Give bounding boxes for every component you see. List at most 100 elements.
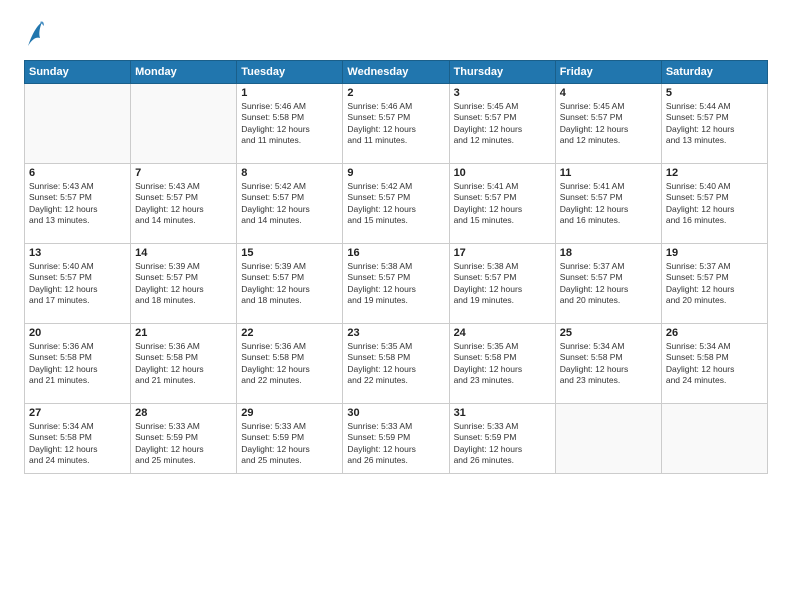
cell-content: Sunrise: 5:42 AM Sunset: 5:57 PM Dayligh… — [241, 181, 338, 227]
calendar-cell: 31 Sunrise: 5:33 AM Sunset: 5:59 PM Dayli… — [449, 404, 555, 474]
day-number: 5 — [666, 87, 763, 99]
cell-content: Sunrise: 5:46 AM Sunset: 5:57 PM Dayligh… — [347, 101, 444, 147]
logo-bird-icon — [26, 18, 44, 50]
cell-content: Sunrise: 5:38 AM Sunset: 5:57 PM Dayligh… — [347, 261, 444, 307]
calendar-cell: 15 Sunrise: 5:39 AM Sunset: 5:57 PM Dayli… — [237, 244, 343, 324]
calendar-cell — [661, 404, 767, 474]
cell-content: Sunrise: 5:44 AM Sunset: 5:57 PM Dayligh… — [666, 101, 763, 147]
day-number: 30 — [347, 407, 444, 419]
cell-content: Sunrise: 5:36 AM Sunset: 5:58 PM Dayligh… — [29, 341, 126, 387]
calendar-cell: 17 Sunrise: 5:38 AM Sunset: 5:57 PM Dayli… — [449, 244, 555, 324]
calendar-cell — [131, 84, 237, 164]
day-number: 25 — [560, 327, 657, 339]
day-number: 18 — [560, 247, 657, 259]
weekday-header-tuesday: Tuesday — [237, 61, 343, 84]
week-row-1: 1 Sunrise: 5:46 AM Sunset: 5:58 PM Daylig… — [25, 84, 768, 164]
cell-content: Sunrise: 5:38 AM Sunset: 5:57 PM Dayligh… — [454, 261, 551, 307]
cell-content: Sunrise: 5:45 AM Sunset: 5:57 PM Dayligh… — [560, 101, 657, 147]
cell-content: Sunrise: 5:33 AM Sunset: 5:59 PM Dayligh… — [454, 421, 551, 467]
cell-content: Sunrise: 5:33 AM Sunset: 5:59 PM Dayligh… — [135, 421, 232, 467]
cell-content: Sunrise: 5:37 AM Sunset: 5:57 PM Dayligh… — [666, 261, 763, 307]
cell-content: Sunrise: 5:46 AM Sunset: 5:58 PM Dayligh… — [241, 101, 338, 147]
cell-content: Sunrise: 5:35 AM Sunset: 5:58 PM Dayligh… — [454, 341, 551, 387]
cell-content: Sunrise: 5:41 AM Sunset: 5:57 PM Dayligh… — [560, 181, 657, 227]
week-row-5: 27 Sunrise: 5:34 AM Sunset: 5:58 PM Dayli… — [25, 404, 768, 474]
header — [24, 20, 768, 50]
calendar-cell: 26Sunrise: 5:34 AM Sunset: 5:58 PM Dayli… — [661, 324, 767, 404]
day-number: 1 — [241, 87, 338, 99]
cell-content: Sunrise: 5:39 AM Sunset: 5:57 PM Dayligh… — [135, 261, 232, 307]
cell-content: Sunrise: 5:34 AM Sunset: 5:58 PM Dayligh… — [29, 421, 126, 467]
calendar-cell: 20 Sunrise: 5:36 AM Sunset: 5:58 PM Dayli… — [25, 324, 131, 404]
day-number: 16 — [347, 247, 444, 259]
day-number: 27 — [29, 407, 126, 419]
day-number: 17 — [454, 247, 551, 259]
calendar-cell: 5 Sunrise: 5:44 AM Sunset: 5:57 PM Daylig… — [661, 84, 767, 164]
week-row-2: 6 Sunrise: 5:43 AM Sunset: 5:57 PM Daylig… — [25, 164, 768, 244]
cell-content: Sunrise: 5:43 AM Sunset: 5:57 PM Dayligh… — [135, 181, 232, 227]
calendar-cell: 19 Sunrise: 5:37 AM Sunset: 5:57 PM Dayli… — [661, 244, 767, 324]
cell-content: Sunrise: 5:42 AM Sunset: 5:57 PM Dayligh… — [347, 181, 444, 227]
cell-content: Sunrise: 5:45 AM Sunset: 5:57 PM Dayligh… — [454, 101, 551, 147]
day-number: 10 — [454, 167, 551, 179]
calendar-cell: 12 Sunrise: 5:40 AM Sunset: 5:57 PM Dayli… — [661, 164, 767, 244]
day-number: 13 — [29, 247, 126, 259]
day-number: 12 — [666, 167, 763, 179]
day-number: 3 — [454, 87, 551, 99]
calendar-cell: 22Sunrise: 5:36 AM Sunset: 5:58 PM Dayli… — [237, 324, 343, 404]
calendar-cell: 8 Sunrise: 5:42 AM Sunset: 5:57 PM Daylig… — [237, 164, 343, 244]
day-number: 22 — [241, 327, 338, 339]
logo — [24, 20, 44, 50]
day-number: 31 — [454, 407, 551, 419]
calendar-cell: 2 Sunrise: 5:46 AM Sunset: 5:57 PM Daylig… — [343, 84, 449, 164]
weekday-header-friday: Friday — [555, 61, 661, 84]
calendar-cell: 21Sunrise: 5:36 AM Sunset: 5:58 PM Dayli… — [131, 324, 237, 404]
calendar-cell: 1 Sunrise: 5:46 AM Sunset: 5:58 PM Daylig… — [237, 84, 343, 164]
cell-content: Sunrise: 5:34 AM Sunset: 5:58 PM Dayligh… — [560, 341, 657, 387]
day-number: 28 — [135, 407, 232, 419]
calendar-cell: 11 Sunrise: 5:41 AM Sunset: 5:57 PM Dayli… — [555, 164, 661, 244]
day-number: 2 — [347, 87, 444, 99]
day-number: 19 — [666, 247, 763, 259]
calendar-cell — [25, 84, 131, 164]
calendar-cell: 24 Sunrise: 5:35 AM Sunset: 5:58 PM Dayli… — [449, 324, 555, 404]
calendar-cell: 9Sunrise: 5:42 AM Sunset: 5:57 PM Daylig… — [343, 164, 449, 244]
calendar-cell: 23 Sunrise: 5:35 AM Sunset: 5:58 PM Dayli… — [343, 324, 449, 404]
cell-content: Sunrise: 5:35 AM Sunset: 5:58 PM Dayligh… — [347, 341, 444, 387]
cell-content: Sunrise: 5:37 AM Sunset: 5:57 PM Dayligh… — [560, 261, 657, 307]
cell-content: Sunrise: 5:33 AM Sunset: 5:59 PM Dayligh… — [347, 421, 444, 467]
calendar-cell: 25 Sunrise: 5:34 AM Sunset: 5:58 PM Dayli… — [555, 324, 661, 404]
day-number: 15 — [241, 247, 338, 259]
calendar-table: SundayMondayTuesdayWednesdayThursdayFrid… — [24, 60, 768, 474]
day-number: 6 — [29, 167, 126, 179]
calendar-cell: 18 Sunrise: 5:37 AM Sunset: 5:57 PM Dayli… — [555, 244, 661, 324]
day-number: 14 — [135, 247, 232, 259]
calendar-cell: 4Sunrise: 5:45 AM Sunset: 5:57 PM Daylig… — [555, 84, 661, 164]
calendar-cell: 16 Sunrise: 5:38 AM Sunset: 5:57 PM Dayli… — [343, 244, 449, 324]
calendar-cell: 13Sunrise: 5:40 AM Sunset: 5:57 PM Dayli… — [25, 244, 131, 324]
calendar-cell: 7Sunrise: 5:43 AM Sunset: 5:57 PM Daylig… — [131, 164, 237, 244]
day-number: 11 — [560, 167, 657, 179]
cell-content: Sunrise: 5:33 AM Sunset: 5:59 PM Dayligh… — [241, 421, 338, 467]
weekday-header-saturday: Saturday — [661, 61, 767, 84]
cell-content: Sunrise: 5:39 AM Sunset: 5:57 PM Dayligh… — [241, 261, 338, 307]
calendar-cell: 10 Sunrise: 5:41 AM Sunset: 5:57 PM Dayli… — [449, 164, 555, 244]
cell-content: Sunrise: 5:34 AM Sunset: 5:58 PM Dayligh… — [666, 341, 763, 387]
day-number: 29 — [241, 407, 338, 419]
calendar-cell — [555, 404, 661, 474]
weekday-header-thursday: Thursday — [449, 61, 555, 84]
day-number: 23 — [347, 327, 444, 339]
day-number: 24 — [454, 327, 551, 339]
calendar-cell: 14 Sunrise: 5:39 AM Sunset: 5:57 PM Dayli… — [131, 244, 237, 324]
cell-content: Sunrise: 5:40 AM Sunset: 5:57 PM Dayligh… — [666, 181, 763, 227]
weekday-header-sunday: Sunday — [25, 61, 131, 84]
day-number: 20 — [29, 327, 126, 339]
cell-content: Sunrise: 5:41 AM Sunset: 5:57 PM Dayligh… — [454, 181, 551, 227]
day-number: 8 — [241, 167, 338, 179]
calendar-cell: 6Sunrise: 5:43 AM Sunset: 5:57 PM Daylig… — [25, 164, 131, 244]
calendar-cell: 27 Sunrise: 5:34 AM Sunset: 5:58 PM Dayli… — [25, 404, 131, 474]
calendar-cell: 28 Sunrise: 5:33 AM Sunset: 5:59 PM Dayli… — [131, 404, 237, 474]
calendar-cell: 29 Sunrise: 5:33 AM Sunset: 5:59 PM Dayli… — [237, 404, 343, 474]
calendar-page: SundayMondayTuesdayWednesdayThursdayFrid… — [0, 0, 792, 612]
weekday-header-row: SundayMondayTuesdayWednesdayThursdayFrid… — [25, 61, 768, 84]
